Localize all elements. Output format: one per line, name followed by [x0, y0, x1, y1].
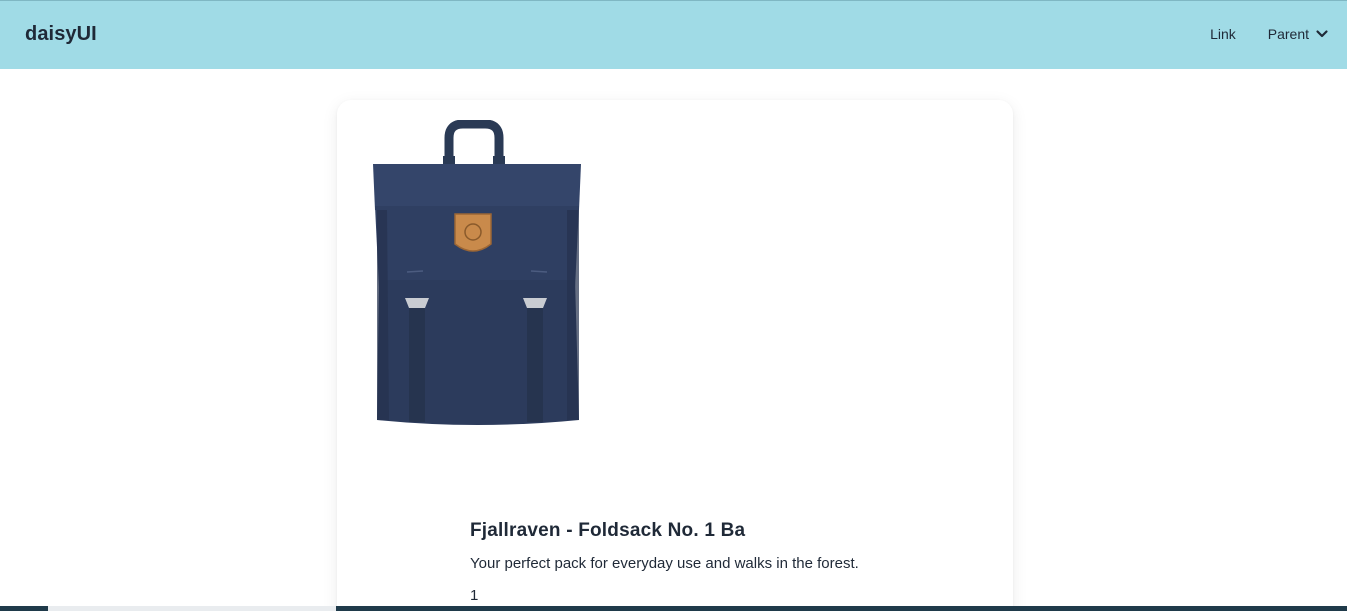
product-card: Fjallraven - Foldsack No. 1 Ba Your perf…: [337, 100, 1013, 611]
page: daisyUI Link Parent Fjallraven - Foldsac…: [0, 0, 1347, 611]
backpack-image: [373, 120, 581, 425]
card-body: Fjallraven - Foldsack No. 1 Ba Your perf…: [470, 518, 990, 606]
nav-link[interactable]: Link: [1210, 26, 1236, 42]
chevron-down-icon: [1316, 30, 1328, 38]
taskbar-strip: [0, 606, 1347, 611]
product-description: Your perfect pack for everyday use and w…: [470, 555, 859, 572]
product-title: Fjallraven - Foldsack No. 1 Ba: [470, 520, 746, 541]
taskbar-segment: [48, 606, 336, 611]
product-quantity: 1: [470, 587, 479, 604]
nav-menu: Link Parent: [1210, 26, 1329, 42]
nav-parent-dropdown[interactable]: Parent: [1268, 26, 1329, 42]
navbar: daisyUI Link Parent: [0, 0, 1347, 69]
brand-logo[interactable]: daisyUI: [25, 23, 97, 46]
nav-parent-label: Parent: [1267, 26, 1309, 42]
